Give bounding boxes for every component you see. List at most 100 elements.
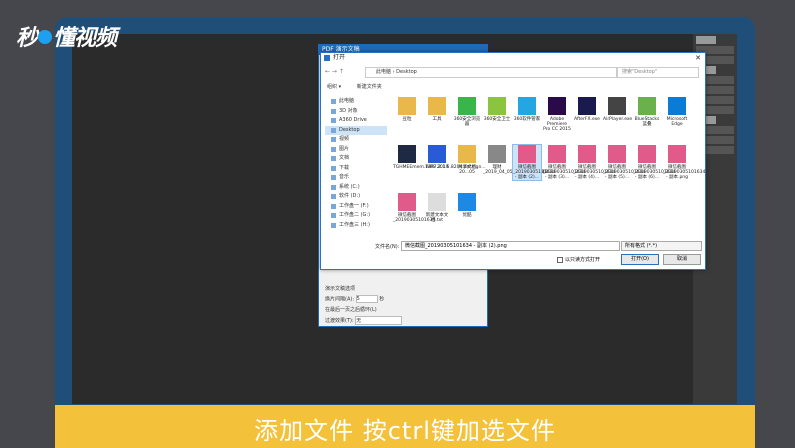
- file-name: 360安全卫士: [483, 117, 511, 122]
- file-icon: [488, 145, 506, 163]
- sidebar-item[interactable]: 此电脑: [325, 97, 387, 107]
- file-icon: [608, 145, 626, 163]
- new-folder-button[interactable]: 新建文件夹: [357, 84, 382, 90]
- file-name: 新建文本文档.txt: [425, 213, 449, 223]
- file-name: 共享文档20...05: [458, 165, 476, 175]
- file-item[interactable]: 优酷: [453, 193, 481, 218]
- file-item[interactable]: 共享文档20...05: [453, 145, 481, 175]
- sidebar-item[interactable]: 下载: [325, 164, 387, 174]
- file-name: 微信截图_20190305101634 - 副本 (4)...: [573, 165, 616, 180]
- loop-checkbox[interactable]: 在最后一页之后循环(L): [325, 306, 455, 313]
- search-input[interactable]: 搜索"Desktop": [617, 67, 699, 78]
- navigation-pane: 此电脑 3D 对象 A360 Drive Desktop 视频 图片 文档 下载 音乐 系统 (C…: [325, 97, 387, 230]
- play-icon: [38, 30, 53, 44]
- file-name: 微信截图_20190305101634 - 副本.png: [663, 165, 706, 180]
- sidebar-item[interactable]: 工作盘一 (F:): [325, 202, 387, 212]
- sidebar-item[interactable]: 软件 (D:): [325, 192, 387, 202]
- presentation-options-group: 演示文稿选项 换片间隔(A): 5 秒 在最后一页之后循环(L) 过渡效果(T)…: [325, 282, 455, 328]
- file-item[interactable]: 新建文本文档.txt: [423, 193, 451, 223]
- cancel-button[interactable]: 取消: [663, 254, 701, 265]
- file-item[interactable]: BlueStacks 蓝叠: [633, 97, 661, 127]
- organize-button[interactable]: 组织 ▾: [327, 84, 341, 90]
- file-icon: [458, 193, 476, 211]
- dialog-footer: 文件名(N): 微信截图_20190305101634 - 副本 (2).png…: [321, 239, 705, 269]
- dialog-toolbar: 组织 ▾ 新建文件夹: [327, 83, 396, 90]
- file-item[interactable]: 360安全浏览器: [453, 97, 481, 127]
- file-name: 微信截图_20190305101634: [393, 213, 436, 223]
- file-name: TGHMEEmem.1387.2.1.5.8204.dxf.sign...: [393, 165, 486, 170]
- file-item[interactable]: 微信截图_20190305101634 - 副本 (6)...: [633, 145, 676, 180]
- file-icon: [398, 193, 416, 211]
- file-name: 理财_2019_04_05_10_32_20_781...: [483, 165, 552, 175]
- advance-row: 换片间隔(A): 5 秒: [325, 295, 385, 303]
- filetype-select[interactable]: 所有格式 (*.*): [621, 241, 702, 251]
- group-title: 演示文稿选项: [325, 286, 356, 292]
- transition-row: 过渡效果(T): 无: [325, 316, 455, 325]
- file-item[interactable]: 理财_2019_04_05_10_32_20_781...: [483, 145, 552, 175]
- sidebar-item[interactable]: 音乐: [325, 173, 387, 183]
- nav-buttons[interactable]: ← → ↑: [325, 68, 344, 75]
- filename-input[interactable]: 微信截图_20190305101634 - 副本 (2).png: [401, 241, 620, 251]
- file-icon: [428, 193, 446, 211]
- file-icon: [428, 145, 446, 163]
- file-name: WPS 2019: [425, 165, 449, 170]
- file-item[interactable]: 360安全卫士: [483, 97, 511, 122]
- file-name: 优酷: [462, 213, 472, 218]
- file-icon: [578, 97, 596, 115]
- file-name: 微信截图_20190305101634 - 副本 (2)...: [513, 165, 556, 180]
- file-icon: [428, 97, 446, 115]
- file-item[interactable]: TGHMEEmem.1387.2.1.5.8204.dxf.sign...: [393, 145, 486, 170]
- file-name: 豆粒: [402, 117, 412, 122]
- open-file-dialog: 打开 ✕ ← → ↑ 此电脑 › Desktop 搜索"Desktop" 组织 …: [320, 52, 706, 270]
- file-list: 豆粒 工具 360安全浏览器 360安全卫士 360软件管家 Adobe Premiere…: [393, 97, 706, 237]
- sidebar-item[interactable]: 图片: [325, 145, 387, 155]
- address-bar: ← → ↑ 此电脑 › Desktop 搜索"Desktop": [325, 67, 701, 78]
- file-item[interactable]: AfterFX.exe: [573, 97, 601, 122]
- advance-input[interactable]: 5: [355, 295, 378, 303]
- file-name: 微信截图_20190305101634 - 副本 (6)...: [633, 165, 676, 180]
- file-item[interactable]: 微信截图_20190305101634: [393, 193, 436, 223]
- file-item[interactable]: WPS 2019: [423, 145, 451, 170]
- sidebar-item[interactable]: 视频: [325, 135, 387, 145]
- filename-label: 文件名(N):: [375, 244, 400, 250]
- file-name: 微信截图_20190305101634 - 副本 (5)...: [603, 165, 646, 180]
- file-item[interactable]: 微信截图_20190305101634 - 副本 (5)...: [603, 145, 646, 180]
- transition-select[interactable]: 无: [355, 316, 403, 325]
- file-item[interactable]: 豆粒: [393, 97, 421, 122]
- sidebar-item[interactable]: 3D 对象: [325, 107, 387, 117]
- file-icon: [518, 97, 536, 115]
- file-name: 360安全浏览器: [453, 117, 481, 127]
- file-item[interactable]: 微信截图_20190305101634 - 副本 (4)...: [573, 145, 616, 180]
- caption-text: 添加文件 按ctrl键加选文件: [254, 417, 556, 445]
- file-item[interactable]: 微信截图_20190305101634 - 副本.png: [663, 145, 706, 180]
- readonly-checkbox[interactable]: 以只读方式打开: [557, 256, 600, 263]
- file-item[interactable]: Microsoft Edge: [663, 97, 691, 127]
- file-item[interactable]: 360软件管家: [513, 97, 541, 122]
- file-icon: [458, 145, 476, 163]
- close-icon[interactable]: ✕: [695, 53, 701, 63]
- file-icon: [488, 97, 506, 115]
- file-icon: [578, 145, 596, 163]
- file-icon: [638, 145, 656, 163]
- open-button[interactable]: 打开(O): [621, 254, 659, 265]
- path-breadcrumb[interactable]: 此电脑 › Desktop: [365, 67, 617, 78]
- file-icon: [398, 145, 416, 163]
- watermark-logo: 秒懂视频: [16, 26, 117, 51]
- sidebar-item[interactable]: 系统 (C:): [325, 183, 387, 193]
- file-item[interactable]: 微信截图_20190305101634 - 副本 (3)...: [543, 145, 585, 180]
- file-item[interactable]: Adobe Premiere Pro CC 2015: [543, 97, 571, 132]
- file-name: BlueStacks 蓝叠: [634, 117, 660, 127]
- sidebar-item[interactable]: 工作盘三 (H:): [325, 221, 387, 231]
- sidebar-item[interactable]: A360 Drive: [325, 116, 387, 126]
- file-icon: [668, 97, 686, 115]
- file-item[interactable]: AirPlayer.exe: [603, 97, 632, 122]
- sidebar-item[interactable]: 文档: [325, 154, 387, 164]
- file-item[interactable]: 微信截图_20190305101634 - 副本 (2)...: [512, 144, 556, 181]
- file-name: Microsoft Edge: [666, 117, 688, 127]
- sidebar-item[interactable]: 工作盘二 (G:): [325, 211, 387, 221]
- file-icon: [668, 145, 686, 163]
- file-icon: [638, 97, 656, 115]
- file-icon: [458, 97, 476, 115]
- file-item[interactable]: 工具: [423, 97, 451, 122]
- sidebar-item[interactable]: Desktop: [325, 125, 387, 135]
